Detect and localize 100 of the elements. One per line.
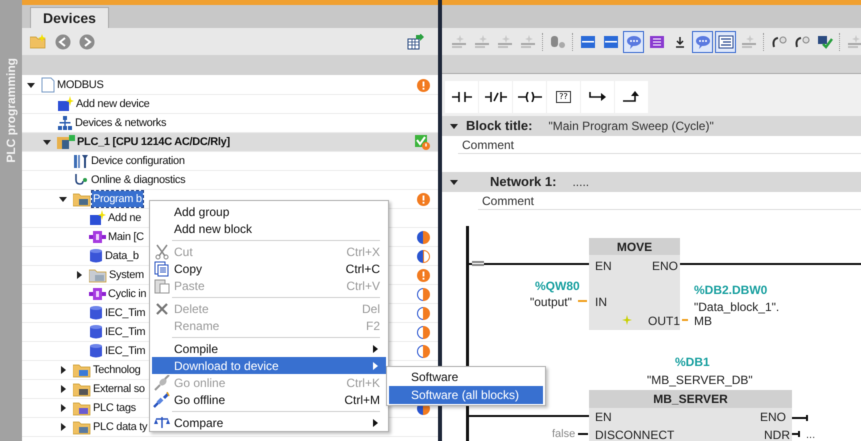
plug-icon xyxy=(153,374,171,390)
section-label: Block title: xyxy=(466,117,532,136)
expanded-arrow-icon[interactable] xyxy=(27,81,35,89)
instance-tag: "MB_SERVER_DB" xyxy=(647,371,753,389)
folder-icon xyxy=(73,362,91,378)
list-icon xyxy=(718,34,734,48)
collapsed-arrow-icon[interactable] xyxy=(59,385,67,393)
database-icon xyxy=(89,324,103,340)
plug-icon xyxy=(153,392,171,408)
pin-label: OUT1 xyxy=(648,313,680,330)
submenu-arrow-icon xyxy=(373,418,378,426)
speech-bubble-icon xyxy=(626,34,642,48)
add-icon xyxy=(57,96,74,112)
network-insert-icon xyxy=(450,34,466,48)
back-icon[interactable] xyxy=(55,34,71,50)
database-icon xyxy=(89,305,103,321)
plc-icon xyxy=(57,134,75,150)
branch-arrow-icon xyxy=(588,92,606,102)
folder-icon xyxy=(73,192,91,206)
menu-item[interactable]: Software xyxy=(389,368,543,386)
pin-label: NDR xyxy=(764,427,790,441)
pin-label: ENO xyxy=(652,258,678,275)
section-label: Network 1: xyxy=(490,173,556,192)
menu-item[interactable]: Compare xyxy=(152,414,386,431)
wrench-icon xyxy=(73,153,89,169)
parameter-value: ... xyxy=(806,428,816,441)
collapsed-arrow-icon[interactable] xyxy=(59,404,67,412)
cross-icon xyxy=(155,302,169,316)
wire xyxy=(792,431,800,437)
stethoscope-icon xyxy=(73,172,89,188)
lad-element-button[interactable] xyxy=(581,81,614,113)
check-icon xyxy=(816,34,832,48)
wire xyxy=(578,300,587,302)
pin-label: EN xyxy=(595,258,612,275)
block-icon xyxy=(89,287,106,301)
lad-element-button[interactable]: ?? xyxy=(547,81,580,113)
menu-item[interactable]: Go offline Ctrl+M xyxy=(152,391,386,408)
section-title: ..... xyxy=(572,174,590,191)
parameter-value: false xyxy=(552,427,576,441)
collapsed-arrow-icon[interactable] xyxy=(75,271,83,279)
menu-item[interactable]: Download to device xyxy=(152,357,386,374)
expanded-arrow-icon[interactable] xyxy=(43,138,51,146)
operand-tag: "Data_block_1". xyxy=(694,298,780,316)
tree-item[interactable]: Device configuration xyxy=(22,152,438,171)
document-icon xyxy=(41,77,55,93)
network-icon xyxy=(602,34,618,48)
folder-icon xyxy=(73,382,91,396)
tree-item[interactable]: PLC_1 [CPU 1214C AC/DC/Rly] xyxy=(22,133,438,152)
section-title: "Main Program Sweep (Cycle)" xyxy=(548,118,714,135)
network-insert-icon xyxy=(474,34,490,48)
call-arrow-icon xyxy=(770,34,786,48)
box-title: MOVE xyxy=(589,238,680,255)
lad-element-button[interactable] xyxy=(513,81,546,113)
operand-address: %QW80 xyxy=(535,278,580,295)
clipboard-icon xyxy=(154,278,170,294)
collapsed-arrow-icon[interactable] xyxy=(59,423,67,431)
operand-tag: "output" xyxy=(530,293,572,311)
forward-icon[interactable] xyxy=(79,34,95,50)
devices-tab[interactable]: Devices xyxy=(30,7,109,28)
speech-bubble-icon xyxy=(694,34,710,48)
network-insert-icon xyxy=(520,34,536,48)
folder-icon xyxy=(89,268,107,282)
expanded-arrow-icon[interactable] xyxy=(59,195,67,203)
lad-element-button[interactable] xyxy=(615,81,648,113)
add-icon xyxy=(89,210,106,226)
menu-item[interactable]: Software (all blocks) xyxy=(389,386,543,404)
empty-box-icon: ?? xyxy=(556,91,571,103)
network-insert-icon xyxy=(496,34,512,48)
call-arrow-icon xyxy=(794,34,810,48)
lad-element-button[interactable] xyxy=(479,81,512,113)
pin-label: IN xyxy=(595,294,607,311)
tag-icon xyxy=(648,34,664,48)
collapsed-arrow-icon[interactable] xyxy=(59,366,67,374)
tree-item[interactable]: Add new device xyxy=(22,95,438,114)
coil-icon xyxy=(518,92,542,102)
closed-contact-icon xyxy=(484,92,506,102)
menu-item[interactable]: Compile xyxy=(152,340,386,357)
pin-label: EN xyxy=(595,409,612,426)
instance-address: %DB1 xyxy=(675,354,710,371)
expanded-arrow-icon[interactable] xyxy=(450,122,458,130)
copy-icon xyxy=(154,260,170,276)
folder-icon xyxy=(73,420,91,434)
menu-item[interactable]: Add new block xyxy=(152,220,386,237)
toolbar-button[interactable] xyxy=(715,30,736,52)
menu-item[interactable]: Copy Ctrl+C xyxy=(152,260,386,277)
contact-icon xyxy=(452,92,472,102)
table-export-icon[interactable] xyxy=(407,34,424,50)
pin-label: ENO xyxy=(760,409,786,426)
network-insert-icon xyxy=(846,34,861,48)
tree-item[interactable]: MODBUS xyxy=(22,76,438,95)
folder-icon xyxy=(73,400,91,416)
database-icon xyxy=(89,343,103,359)
wire xyxy=(682,319,688,321)
expanded-arrow-icon[interactable] xyxy=(450,178,458,186)
box-title: MB_SERVER xyxy=(589,390,792,408)
lad-element-button[interactable] xyxy=(445,81,478,113)
wire xyxy=(792,415,808,421)
operand-address: %DB2.DBW0 xyxy=(694,282,768,299)
network-insert-icon xyxy=(740,34,756,48)
network-icon xyxy=(580,34,596,48)
